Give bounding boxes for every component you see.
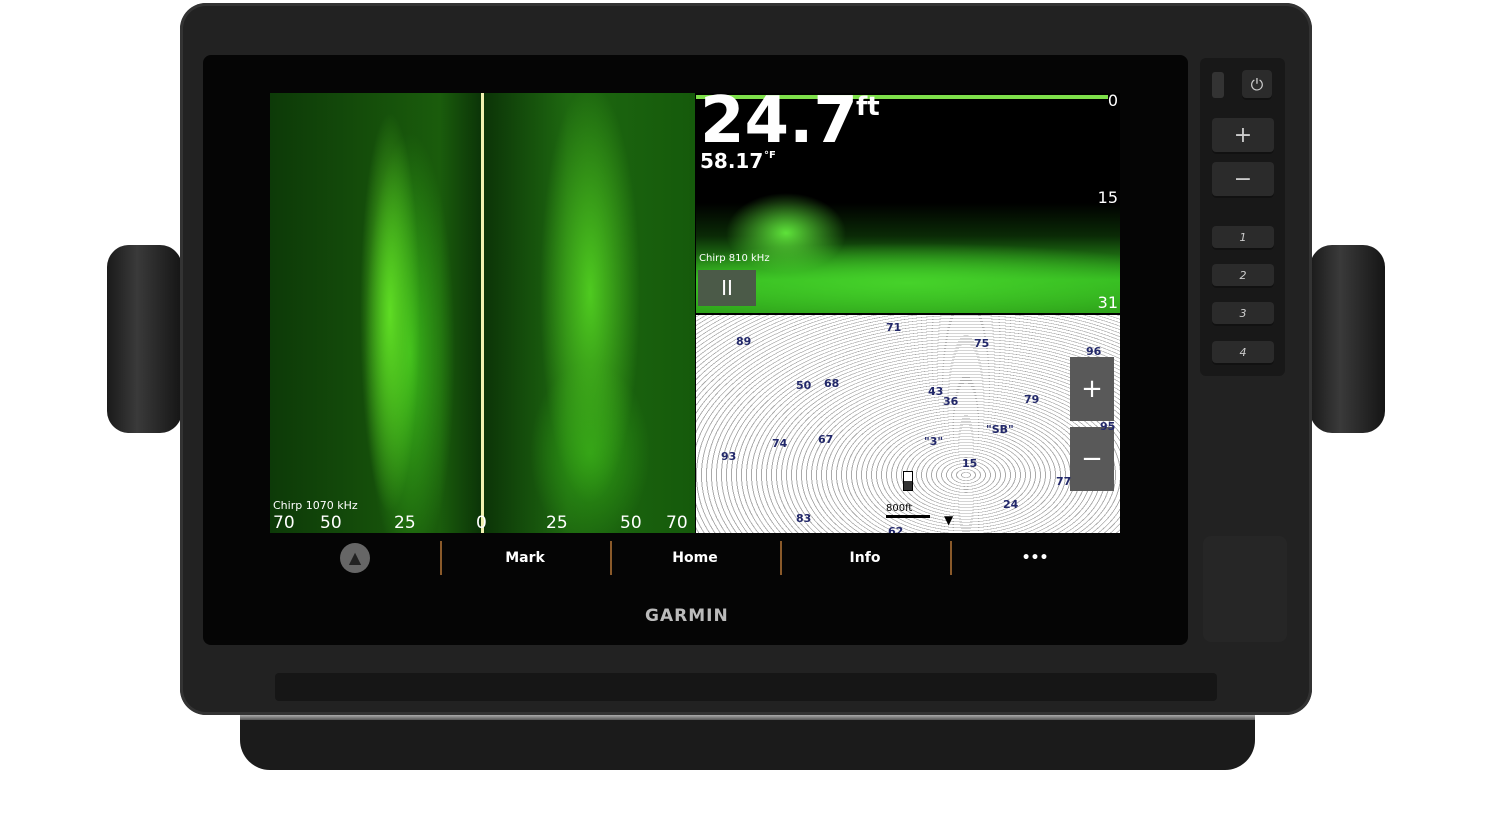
map-scale: 800ft bbox=[886, 503, 930, 518]
depth-scale-label: 0 bbox=[1107, 91, 1118, 110]
left-mount-knob[interactable] bbox=[107, 245, 182, 433]
depth-contour-label: 75 bbox=[974, 337, 990, 350]
minus-key[interactable]: − bbox=[1212, 162, 1274, 198]
range-label: 50 bbox=[620, 513, 642, 533]
north-arrow-icon: ▼ bbox=[944, 513, 954, 527]
plus-key[interactable]: + bbox=[1212, 118, 1274, 154]
preset-key-1[interactable]: 1 bbox=[1212, 226, 1274, 250]
power-button[interactable]: ⏻ bbox=[1242, 70, 1272, 100]
depth-contour-label: 96 bbox=[1086, 345, 1102, 358]
zoom-in-button[interactable]: + bbox=[1070, 357, 1114, 421]
depth-contour-label: 68 bbox=[824, 377, 840, 390]
screen: Chirp 1070 kHz 70 50 25 0 25 50 70 24.7 … bbox=[270, 89, 1120, 583]
depth-readout: 24.7 bbox=[700, 84, 858, 158]
depth-contour-label: 67 bbox=[818, 433, 834, 446]
depth-contour-label: 83 bbox=[796, 512, 812, 525]
hardware-keypad: ⏻ + − 1 2 3 4 bbox=[1200, 58, 1285, 376]
range-label: 25 bbox=[394, 513, 416, 533]
depth-contour-label: 89 bbox=[736, 335, 752, 348]
depth-contour-label: 77 bbox=[1056, 475, 1072, 488]
range-label: 0 bbox=[476, 513, 487, 533]
depth-contour-label: 79 bbox=[1024, 393, 1040, 406]
sidevu-sonar-pane[interactable]: Chirp 1070 kHz 70 50 25 0 25 50 70 bbox=[270, 93, 695, 533]
depth-contour-label: 50 bbox=[796, 379, 812, 392]
depth-contour-label: 36 bbox=[943, 395, 959, 408]
depth-contour-label: "3" bbox=[924, 435, 944, 448]
mark-button[interactable]: Mark bbox=[440, 533, 610, 583]
preset-key-3[interactable]: 3 bbox=[1212, 302, 1274, 326]
softkey-bar: ▲ Mark Home Info ••• bbox=[270, 533, 1120, 583]
depth-unit: ft bbox=[856, 92, 880, 122]
range-label: 50 bbox=[320, 513, 342, 533]
status-led bbox=[1212, 72, 1224, 98]
boat-icon bbox=[903, 471, 913, 491]
depth-contour-label: 71 bbox=[886, 321, 902, 334]
map-scale-label: 800ft bbox=[886, 503, 913, 514]
more-button[interactable]: ••• bbox=[950, 533, 1120, 583]
depth-contour-label: 74 bbox=[772, 437, 788, 450]
water-temp: 58.17 bbox=[700, 149, 764, 173]
zoom-out-button[interactable]: − bbox=[1070, 427, 1114, 491]
range-label: 25 bbox=[546, 513, 568, 533]
chart-map-pane[interactable]: 800ft ▼ + − 71 75 89 50 68 43 36 79 "SB" 74 67 "3" 9… bbox=[696, 315, 1120, 533]
card-slot-cover[interactable] bbox=[1203, 536, 1287, 642]
garmin-logo: GARMIN bbox=[645, 606, 729, 626]
range-label: 70 bbox=[273, 513, 295, 533]
temp-unit: °F bbox=[764, 150, 776, 161]
depth-scale-label: 31 bbox=[1097, 293, 1118, 312]
depth-contour-label: "SB" bbox=[986, 423, 1014, 436]
home-button[interactable]: Home bbox=[610, 533, 780, 583]
depth-scale-label: 15 bbox=[1097, 188, 1118, 207]
depth-contour-label: 24 bbox=[1003, 498, 1019, 511]
info-button[interactable]: Info bbox=[780, 533, 950, 583]
depth-contour-label: 43 bbox=[928, 385, 944, 398]
right-mount-knob[interactable] bbox=[1310, 245, 1385, 433]
depth-contour-label: 95 bbox=[1100, 420, 1116, 433]
depth-contour-label: 15 bbox=[962, 457, 978, 470]
downvu-sonar-pane[interactable]: 24.7 ft 58.17 °F 0 15 31 Chirp 810 kHz I… bbox=[696, 89, 1120, 313]
downvu-frequency: Chirp 810 kHz bbox=[699, 253, 770, 264]
navigation-arrow-icon: ▲ bbox=[340, 543, 370, 573]
depth-contour-label: 93 bbox=[721, 450, 737, 463]
depth-contour-label: 62 bbox=[888, 525, 904, 533]
navigation-button[interactable]: ▲ bbox=[270, 533, 440, 583]
sidevu-frequency: Chirp 1070 kHz bbox=[273, 499, 358, 512]
center-line bbox=[481, 93, 484, 533]
preset-key-4[interactable]: 4 bbox=[1212, 341, 1274, 365]
preset-key-2[interactable]: 2 bbox=[1212, 264, 1274, 288]
range-label: 70 bbox=[666, 513, 688, 533]
pause-button[interactable]: II bbox=[698, 270, 756, 306]
